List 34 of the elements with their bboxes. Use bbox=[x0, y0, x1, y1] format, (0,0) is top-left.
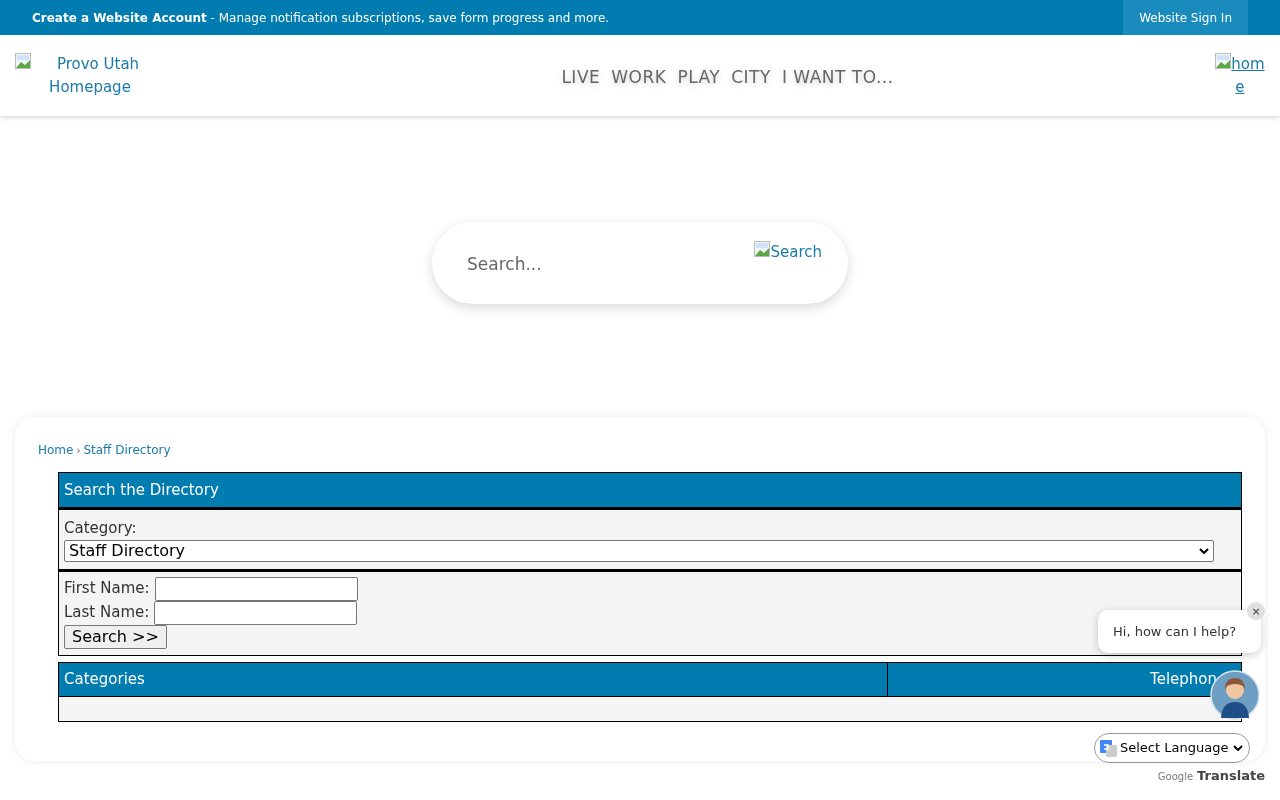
logo-link[interactable]: Provo Utah Homepage bbox=[15, 53, 165, 99]
last-name-label: Last Name: bbox=[64, 602, 150, 624]
translate-label: Translate bbox=[1197, 767, 1265, 785]
search-button[interactable]: Search bbox=[754, 240, 822, 263]
translate-icon bbox=[1100, 739, 1117, 757]
last-name-field[interactable] bbox=[154, 600, 358, 625]
nav-link[interactable]: CITY bbox=[731, 65, 771, 91]
column-header: Telephon bbox=[1149, 668, 1218, 690]
first-name-field[interactable] bbox=[154, 576, 358, 601]
directory-header: Search the Directory bbox=[58, 472, 1242, 508]
nav-link[interactable]: I WANT TO... bbox=[781, 65, 894, 91]
first-name-label: First Name: bbox=[64, 578, 150, 600]
account-banner-text: Create a Website Account - Manage notification subscriptions, save form progress and more. bbox=[32, 9, 610, 27]
column-header: Categories bbox=[59, 662, 888, 696]
category-select[interactable]: Staff Directory bbox=[64, 539, 1214, 562]
broken-image-icon bbox=[15, 53, 31, 69]
sign-in-button[interactable]: Website Sign In bbox=[1123, 0, 1248, 35]
language-select[interactable]: Select Language bbox=[1094, 733, 1250, 763]
chevron-down-icon bbox=[1199, 547, 1209, 554]
nav-link[interactable]: WORK bbox=[611, 65, 667, 91]
breadcrumb-link[interactable]: Home bbox=[38, 441, 74, 459]
chevron-down-icon bbox=[1233, 745, 1243, 751]
home-link[interactable]: home bbox=[1215, 53, 1265, 99]
nav-link[interactable]: LIVE bbox=[561, 65, 601, 91]
create-account-link[interactable]: Create a Website Account bbox=[32, 10, 207, 25]
search-field[interactable]: Search... Search bbox=[432, 221, 848, 304]
breadcrumb-separator: › bbox=[76, 443, 81, 458]
category-label: Category: bbox=[64, 518, 138, 539]
breadcrumb-link[interactable]: Staff Directory bbox=[83, 441, 171, 459]
broken-image-icon bbox=[1215, 53, 1232, 69]
google-logo: Google bbox=[1157, 770, 1194, 784]
broken-image-icon bbox=[754, 240, 771, 257]
directory-search-button[interactable]: Search >> bbox=[64, 624, 167, 649]
nav-link[interactable]: PLAY bbox=[677, 65, 721, 91]
